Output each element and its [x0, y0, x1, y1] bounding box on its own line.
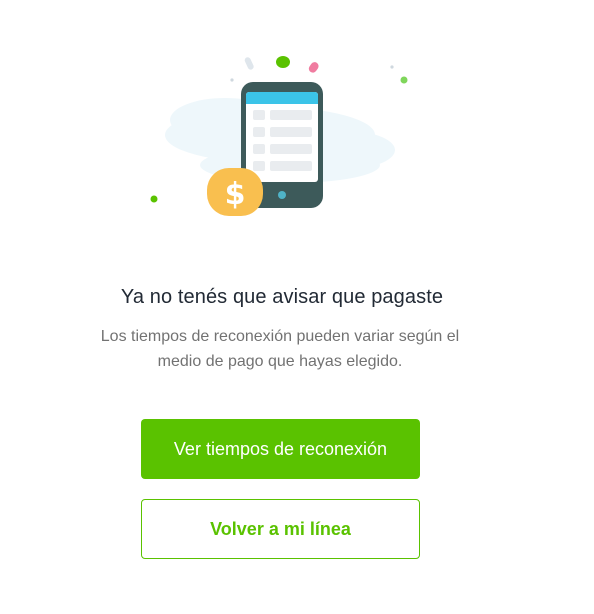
- svg-text:$: $: [225, 177, 246, 212]
- confetti-small-gray-dot: [390, 65, 394, 69]
- dollar-coin-icon: $: [207, 168, 263, 216]
- confetti-green-dot: [276, 56, 290, 68]
- confetti-small-gray-dot: [230, 78, 234, 82]
- page-subtitle: Los tiempos de reconexión pueden variar …: [100, 328, 460, 370]
- page-title: Ya no tenés que avisar que pagaste: [120, 286, 444, 308]
- back-to-my-line-button[interactable]: Volver a mi línea: [141, 499, 420, 559]
- confetti-light-green-dot: [400, 76, 408, 84]
- view-reconnection-times-button[interactable]: Ver tiempos de reconexión: [141, 419, 420, 479]
- phone-payment-illustration: $: [150, 56, 408, 216]
- confetti-gray-dash: [244, 57, 254, 70]
- payment-confirmation-page: $ Ya no tenés que avisar que pagaste Los…: [0, 0, 594, 614]
- confetti-pink-dash: [308, 62, 319, 73]
- confetti-green-dot-left: [150, 195, 158, 203]
